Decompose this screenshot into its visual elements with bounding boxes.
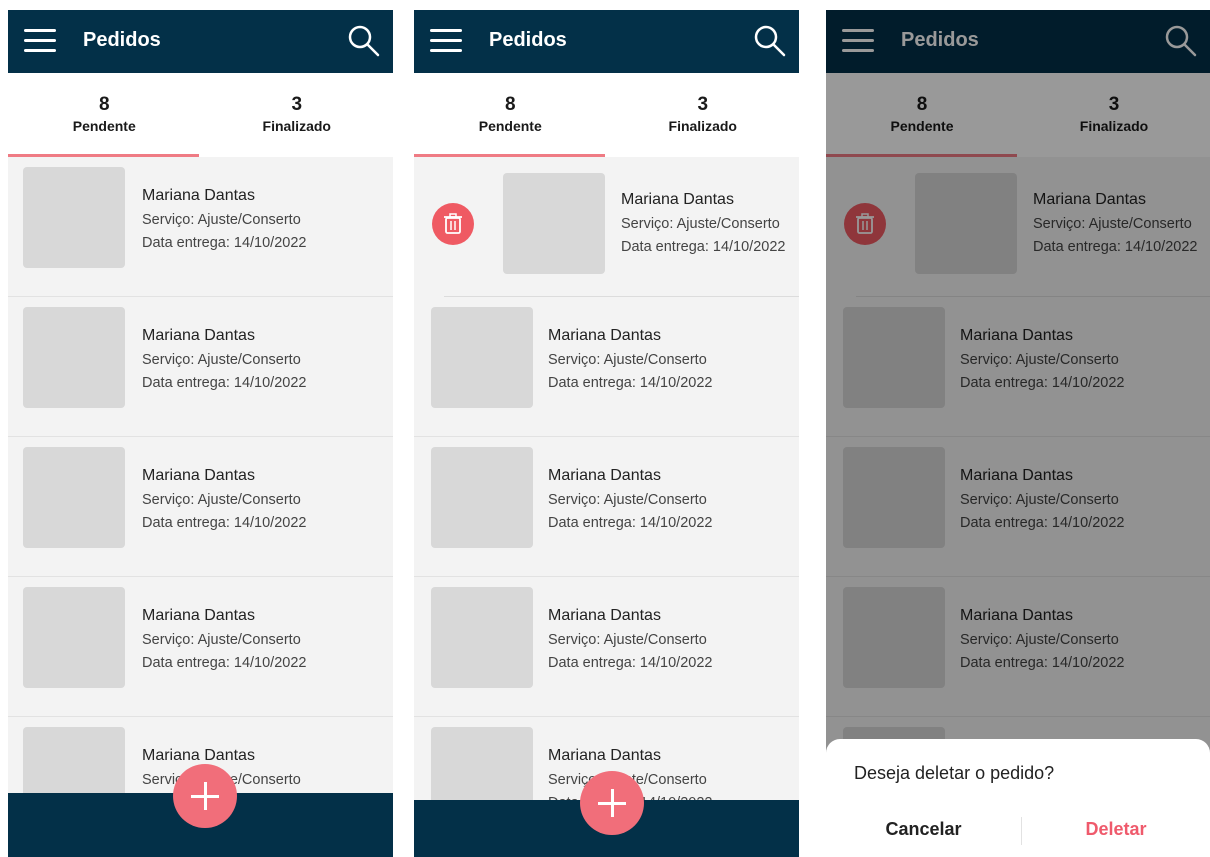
order-customer-name: Mariana Dantas (548, 467, 661, 484)
order-delivery-date: Data entrega: 14/10/2022 (548, 375, 713, 391)
order-thumbnail (431, 307, 533, 408)
page-title: Pedidos (489, 29, 567, 51)
screen-delete-confirmation: Pedidos 8 Pendente 3 Finalizado Mariana … (826, 10, 1210, 857)
modal-backdrop[interactable] (826, 10, 1210, 857)
order-customer-name: Mariana Dantas (548, 747, 661, 764)
tab-bar: 8 Pendente 3 Finalizado (414, 73, 799, 157)
screen-order-list-swiped: Pedidos 8 Pendente 3 Finalizado Mariana … (414, 10, 799, 857)
order-customer-name: Mariana Dantas (142, 607, 255, 624)
order-customer-name: Mariana Dantas (548, 607, 661, 624)
order-delivery-date: Data entrega: 14/10/2022 (548, 515, 713, 531)
tab-label: Finalizado (262, 118, 331, 134)
tab-count: 3 (697, 94, 709, 115)
cancel-button[interactable]: Cancelar (826, 819, 1021, 840)
order-item[interactable]: Mariana Dantas Serviço: Ajuste/Conserto Da… (8, 157, 393, 297)
add-order-button[interactable] (173, 764, 237, 828)
order-delivery-date: Data entrega: 14/10/2022 (142, 375, 307, 391)
order-item[interactable]: Mariana Dantas Serviço: Ajuste/Conserto Da… (8, 297, 393, 437)
tab-label: Pendente (478, 118, 542, 134)
search-icon[interactable] (753, 24, 787, 58)
order-list: Mariana Dantas Serviço: Ajuste/Conserto Da… (414, 157, 799, 857)
tab-count: 8 (98, 94, 110, 115)
order-thumbnail (23, 587, 125, 688)
tab-count: 8 (504, 94, 516, 115)
tab-finalizado[interactable]: 3 Finalizado (607, 73, 800, 157)
order-customer-name: Mariana Dantas (142, 327, 255, 344)
screen-order-list: Pedidos 8 Pendente 3 Finalizado Mariana … (8, 10, 393, 857)
tab-finalizado[interactable]: 3 Finalizado (201, 73, 394, 157)
app-bar: Pedidos (414, 10, 799, 73)
order-thumbnail (23, 307, 125, 408)
confirm-delete-button[interactable]: Deletar (1022, 819, 1210, 840)
order-service: Serviço: Ajuste/Conserto (621, 216, 780, 232)
tab-bar: 8 Pendente 3 Finalizado (8, 73, 393, 157)
order-customer-name: Mariana Dantas (621, 191, 734, 208)
tab-label: Pendente (72, 118, 136, 134)
tab-count: 3 (291, 94, 303, 115)
order-thumbnail (23, 447, 125, 548)
app-bar: Pedidos (8, 10, 393, 73)
order-service: Serviço: Ajuste/Conserto (142, 632, 301, 648)
order-customer-name: Mariana Dantas (142, 187, 255, 204)
order-delivery-date: Data entrega: 14/10/2022 (621, 239, 786, 255)
add-order-button[interactable] (580, 771, 644, 835)
order-service: Serviço: Ajuste/Conserto (548, 492, 707, 508)
order-item[interactable]: Mariana Dantas Serviço: Ajuste/Conserto Da… (8, 437, 393, 577)
order-customer-name: Mariana Dantas (548, 327, 661, 344)
page-title: Pedidos (83, 29, 161, 51)
order-thumbnail (431, 447, 533, 548)
order-thumbnail (503, 173, 605, 274)
order-service: Serviço: Ajuste/Conserto (548, 352, 707, 368)
order-item-swiped[interactable]: Mariana Dantas Serviço: Ajuste/Conserto Da… (414, 157, 799, 297)
dialog-message: Deseja deletar o pedido? (854, 763, 1055, 783)
order-customer-name: Mariana Dantas (142, 747, 255, 764)
order-delivery-date: Data entrega: 14/10/2022 (142, 655, 307, 671)
hamburger-menu-icon[interactable] (430, 28, 462, 54)
hamburger-menu-icon[interactable] (24, 28, 56, 54)
order-service: Serviço: Ajuste/Conserto (548, 632, 707, 648)
order-item[interactable]: Mariana Dantas Serviço: Ajuste/Conserto Da… (414, 437, 799, 577)
tab-pendente[interactable]: 8 Pendente (414, 73, 607, 157)
order-customer-name: Mariana Dantas (142, 467, 255, 484)
order-delivery-date: Data entrega: 14/10/2022 (548, 655, 713, 671)
delete-order-button[interactable] (432, 203, 474, 245)
order-item[interactable]: Mariana Dantas Serviço: Ajuste/Conserto Da… (414, 297, 799, 437)
order-delivery-date: Data entrega: 14/10/2022 (142, 235, 307, 251)
order-item[interactable]: Mariana Dantas Serviço: Ajuste/Conserto Da… (8, 577, 393, 717)
tab-pendente[interactable]: 8 Pendente (8, 73, 201, 157)
tab-label: Finalizado (668, 118, 737, 134)
order-service: Serviço: Ajuste/Conserto (142, 492, 301, 508)
order-list: Mariana Dantas Serviço: Ajuste/Conserto Da… (8, 157, 393, 857)
order-item[interactable]: Mariana Dantas Serviço: Ajuste/Conserto Da… (414, 577, 799, 717)
trash-icon (444, 213, 462, 234)
order-service: Serviço: Ajuste/Conserto (142, 212, 301, 228)
order-delivery-date: Data entrega: 14/10/2022 (142, 515, 307, 531)
search-icon[interactable] (347, 24, 381, 58)
order-thumbnail (23, 167, 125, 268)
delete-confirm-dialog: Deseja deletar o pedido? Cancelar Deleta… (826, 739, 1210, 857)
order-thumbnail (431, 587, 533, 688)
order-service: Serviço: Ajuste/Conserto (142, 352, 301, 368)
